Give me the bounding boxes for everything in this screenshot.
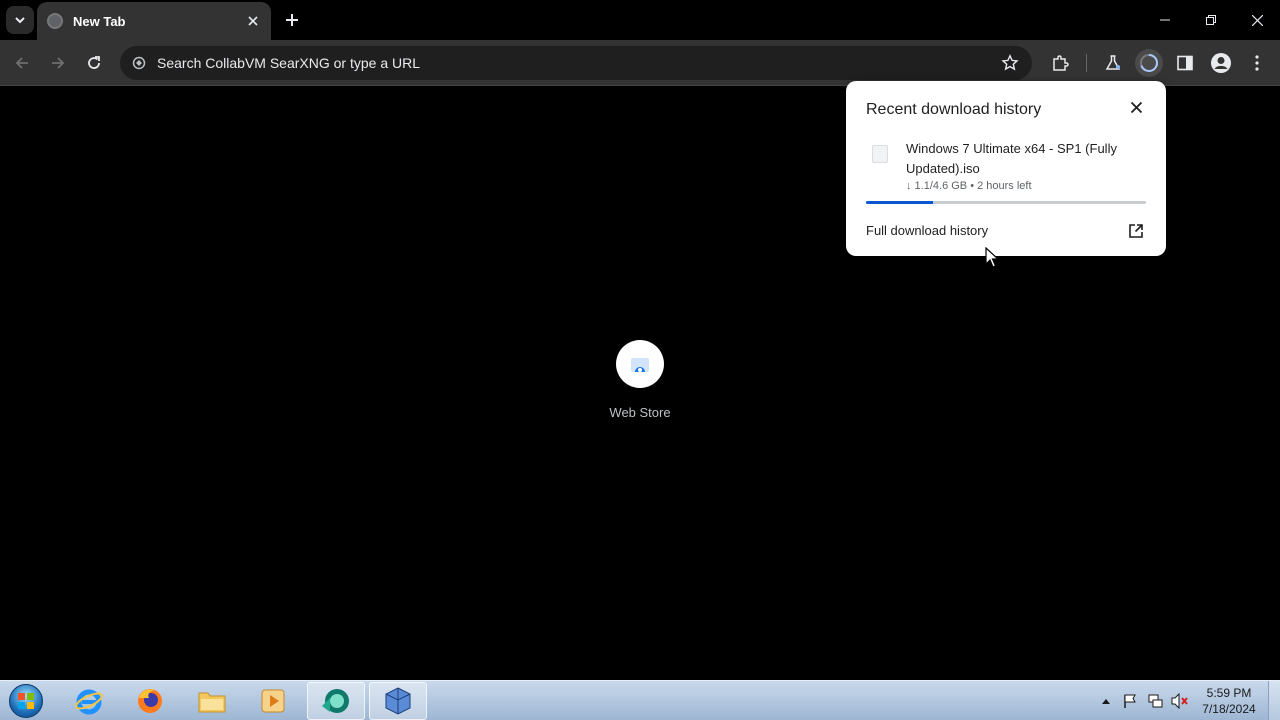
download-bubble: Recent download history Windows 7 Ultima…: [846, 81, 1166, 256]
show-hidden-icons-button[interactable]: [1098, 681, 1114, 720]
restore-button[interactable]: [1188, 0, 1234, 40]
plus-icon: [286, 14, 298, 26]
chevron-up-icon: [1102, 699, 1110, 704]
flag-icon: [1124, 694, 1136, 708]
full-download-history-link[interactable]: Full download history: [866, 223, 988, 238]
network-icon: [1148, 694, 1163, 708]
restore-icon: [1206, 15, 1216, 25]
taskbar-virtualbox[interactable]: [369, 682, 427, 720]
taskbar-internet-explorer[interactable]: [60, 682, 118, 720]
taskbar-media-player[interactable]: [244, 682, 302, 720]
download-progress-bar: [866, 201, 1146, 204]
new-tab-button[interactable]: [280, 8, 304, 32]
extensions-button[interactable]: [1046, 49, 1074, 77]
tab-search-button[interactable]: [6, 6, 34, 34]
close-icon: [1130, 101, 1142, 113]
volume-muted-icon: [1171, 693, 1188, 709]
action-center-flag[interactable]: [1120, 681, 1140, 720]
arrow-right-icon: [52, 57, 65, 69]
profile-button[interactable]: [1207, 49, 1235, 77]
close-download-bubble-button[interactable]: [1126, 97, 1146, 117]
taskbar-clock[interactable]: 5:59 PM 7/18/2024: [1196, 685, 1262, 717]
open-in-new-tab-icon[interactable]: [1126, 221, 1146, 241]
windows-logo-icon: [9, 684, 43, 718]
tab-close-icon[interactable]: [245, 13, 261, 29]
taskbar-browser-active[interactable]: [307, 682, 365, 720]
download-item[interactable]: Windows 7 Ultimate x64 - SP1 (Fully Upda…: [866, 137, 1146, 207]
side-panel-icon: [1177, 55, 1193, 71]
virtualbox-icon: [385, 687, 411, 715]
download-bubble-title: Recent download history: [866, 101, 1042, 118]
folder-icon: [198, 692, 226, 713]
side-panel-button[interactable]: [1171, 49, 1199, 77]
media-player-icon: [261, 689, 285, 713]
new-tab-favicon-icon: [47, 13, 63, 29]
internet-explorer-icon: [75, 689, 103, 715]
bookmark-star-icon[interactable]: [998, 51, 1022, 75]
clock-time: 5:59 PM: [1206, 686, 1252, 700]
flask-icon: [1105, 55, 1121, 70]
reload-button[interactable]: [80, 49, 108, 77]
forward-button[interactable]: [44, 49, 72, 77]
mouse-cursor: [985, 246, 1000, 274]
file-icon: [872, 145, 888, 163]
download-progress-fill: [866, 201, 934, 204]
address-bar-placeholder: Search CollabVM SearXNG or type a URL: [157, 55, 420, 71]
puzzle-piece-icon: [1053, 55, 1069, 71]
start-button[interactable]: [6, 682, 46, 720]
chevron-down-icon: [15, 17, 25, 24]
reload-icon: [88, 56, 100, 69]
download-progress-ring-icon: [1140, 54, 1158, 72]
tab-title: New Tab: [73, 13, 126, 29]
volume-tray-icon[interactable]: [1170, 681, 1190, 720]
close-window-button[interactable]: [1234, 0, 1280, 40]
close-icon: [1251, 14, 1263, 26]
firefox-icon: [138, 689, 162, 713]
shortcut-web-store[interactable]: Web Store: [600, 340, 680, 420]
network-tray-icon[interactable]: [1145, 681, 1165, 720]
browser-toolbar: Search CollabVM SearXNG or type a URL: [0, 40, 1280, 86]
download-status: ↓ 1.1/4.6 GB • 2 hours left: [906, 180, 1032, 192]
avatar-icon: [1211, 53, 1231, 73]
taskbar-firefox[interactable]: [121, 682, 179, 720]
labs-button[interactable]: [1099, 49, 1127, 77]
clock-date: 7/18/2024: [1202, 702, 1256, 716]
downloads-button[interactable]: [1135, 49, 1163, 77]
taskbar-file-explorer[interactable]: [183, 682, 241, 720]
download-filename: Windows 7 Ultimate x64 - SP1 (Fully Upda…: [906, 141, 1117, 176]
arrow-left-icon: [15, 57, 28, 69]
tab-new-tab[interactable]: New Tab: [37, 2, 271, 40]
windows-taskbar: 5:59 PM 7/18/2024: [0, 680, 1280, 720]
search-engine-icon: [130, 54, 148, 72]
browser-app-icon: [322, 689, 349, 713]
kebab-menu-icon: [1255, 55, 1259, 71]
tab-strip: New Tab: [0, 0, 1280, 40]
show-desktop-button[interactable]: [1268, 681, 1280, 720]
minimize-button[interactable]: [1142, 0, 1188, 40]
toolbar-separator: [1086, 54, 1087, 72]
address-bar[interactable]: Search CollabVM SearXNG or type a URL: [120, 46, 1032, 80]
shortcut-label: Web Store: [609, 405, 671, 420]
menu-button[interactable]: [1243, 49, 1271, 77]
back-button[interactable]: [8, 49, 36, 77]
web-store-icon: [616, 340, 664, 388]
minimize-icon: [1160, 19, 1170, 21]
